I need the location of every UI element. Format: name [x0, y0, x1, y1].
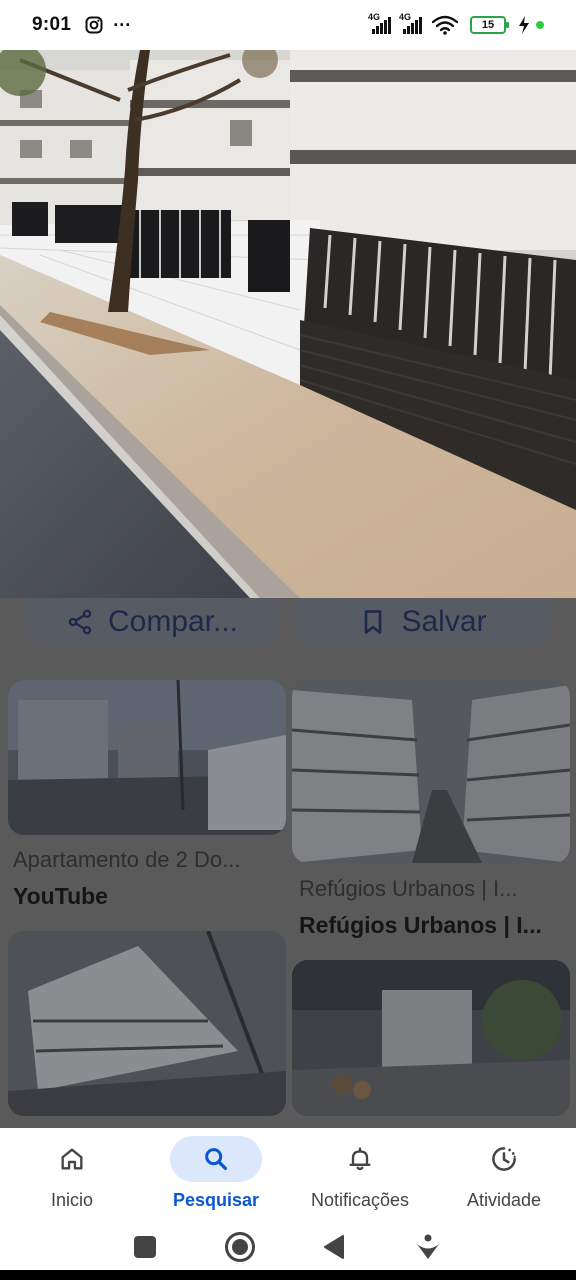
- nav-label: Inicio: [50, 1190, 94, 1210]
- signal-icon: 4G: [368, 12, 391, 34]
- result-source[interactable]: Refúgios Urbanos | I...: [299, 912, 564, 939]
- signal-icon: 4G: [399, 12, 422, 34]
- network-type-label: 4G: [399, 12, 412, 22]
- home-icon: [61, 1148, 83, 1170]
- result-thumbnail[interactable]: [292, 680, 570, 863]
- system-navigation-bar: [0, 1224, 576, 1270]
- result-thumbnail[interactable]: [8, 931, 286, 1116]
- status-time: 9:01: [32, 14, 72, 35]
- result-image: [8, 931, 286, 1116]
- bell-icon: [349, 1147, 371, 1171]
- save-button[interactable]: Salvar: [296, 598, 550, 646]
- nav-item-inicio[interactable]: Inicio: [0, 1128, 144, 1224]
- result-image: [8, 680, 286, 835]
- result-thumbnail[interactable]: [292, 960, 570, 1116]
- home-button[interactable]: [224, 1232, 255, 1262]
- nav-label: Atividade: [466, 1190, 542, 1210]
- battery-icon: 15: [470, 16, 509, 34]
- network-type-label: 4G: [368, 12, 381, 22]
- results-overlay: Compar... Salvar Apartamento de 2 Do... …: [0, 598, 576, 1128]
- result-thumbnail[interactable]: [8, 680, 286, 835]
- bookmark-icon: [365, 610, 382, 634]
- result-title[interactable]: Apartamento de 2 Do...: [13, 847, 283, 873]
- share-label: Compar...: [107, 605, 239, 638]
- back-button[interactable]: [323, 1234, 345, 1260]
- battery-level: 15: [481, 19, 495, 31]
- result-image: [292, 960, 570, 1116]
- notification-dot-icon: [536, 21, 544, 29]
- search-icon: [205, 1148, 227, 1170]
- instagram-icon: [85, 16, 103, 34]
- save-label: Salvar: [401, 605, 487, 638]
- street-photo: [0, 50, 576, 598]
- main-image[interactable]: [0, 50, 576, 598]
- assistant-icon[interactable]: [414, 1233, 442, 1261]
- nav-label: Notificações: [310, 1190, 410, 1210]
- charging-icon: [519, 16, 529, 34]
- home-button-dot-icon: [231, 1239, 248, 1255]
- result-image: [292, 680, 570, 863]
- status-bar: 9:01 ··· 4G 4G 15: [0, 0, 576, 50]
- activity-icon: [492, 1147, 516, 1171]
- share-button[interactable]: Compar...: [26, 598, 278, 646]
- share-icon: [68, 609, 92, 635]
- result-source[interactable]: YouTube: [13, 883, 283, 910]
- nav-label: Pesquisar: [172, 1190, 260, 1210]
- recents-button[interactable]: [134, 1236, 157, 1258]
- screen-bottom-edge: [0, 1270, 576, 1280]
- more-notifications-icon: ···: [113, 14, 132, 35]
- result-title[interactable]: Refúgios Urbanos | I...: [299, 876, 564, 902]
- nav-item-atividade[interactable]: Atividade: [432, 1128, 576, 1224]
- wifi-icon: [432, 15, 458, 35]
- bottom-navigation: Inicio Pesquisar Notificações Atividade: [0, 1128, 576, 1224]
- nav-item-notificacoes[interactable]: Notificações: [288, 1128, 432, 1224]
- nav-item-pesquisar[interactable]: Pesquisar: [144, 1128, 288, 1224]
